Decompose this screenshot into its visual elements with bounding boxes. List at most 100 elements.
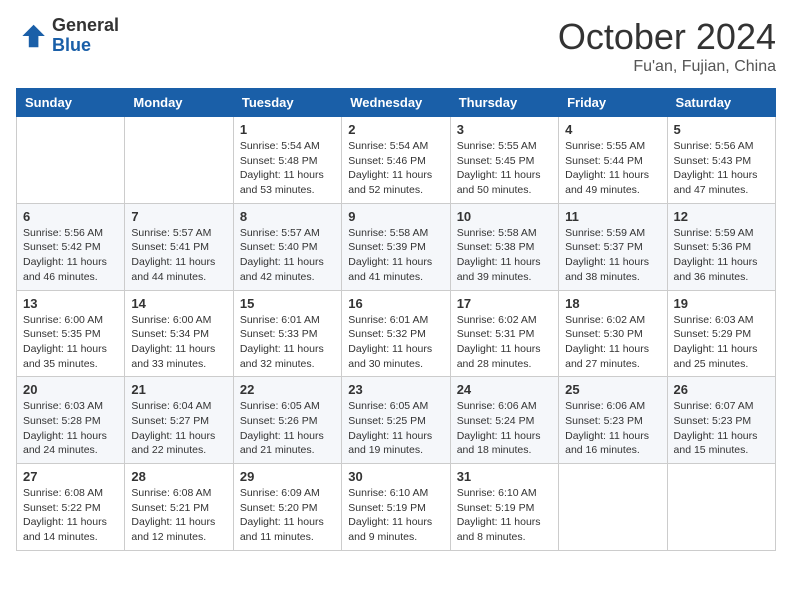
calendar-day-cell: 25 Sunrise: 6:06 AM Sunset: 5:23 PM Dayli… (559, 377, 667, 464)
calendar-day-cell: 4Sunrise: 5:55 AM Sunset: 5:44 PM Daylig… (559, 117, 667, 204)
calendar-day-cell: 17Sunrise: 6:02 AM Sunset: 5:31 PM Dayli… (450, 290, 558, 377)
day-info: Sunrise: 6:08 AM Sunset: 5:21 PM Dayligh… (131, 486, 226, 545)
calendar-day-cell: 22 Sunrise: 6:05 AM Sunset: 5:26 PM Dayli… (233, 377, 341, 464)
location: Fu'an, Fujian, China (558, 58, 776, 76)
day-info: Sunrise: 5:54 AM Sunset: 5:48 PM Dayligh… (240, 139, 335, 198)
calendar-week-row: 6 Sunrise: 5:56 AM Sunset: 5:42 PM Daylig… (17, 203, 776, 290)
calendar-day-cell: 26 Sunrise: 6:07 AM Sunset: 5:23 PM Dayli… (667, 377, 775, 464)
calendar-day-cell: 14Sunrise: 6:00 AM Sunset: 5:34 PM Dayli… (125, 290, 233, 377)
calendar-day-cell: 30Sunrise: 6:10 AM Sunset: 5:19 PM Dayli… (342, 464, 450, 551)
day-number: 11 (565, 209, 660, 224)
day-number: 15 (240, 296, 335, 311)
calendar-day-cell: 16 Sunrise: 6:01 AM Sunset: 5:32 PM Dayli… (342, 290, 450, 377)
day-number: 19 (674, 296, 769, 311)
calendar-day-cell: 18 Sunrise: 6:02 AM Sunset: 5:30 PM Dayli… (559, 290, 667, 377)
day-number: 7 (131, 209, 226, 224)
calendar-day-cell: 12Sunrise: 5:59 AM Sunset: 5:36 PM Dayli… (667, 203, 775, 290)
day-number: 27 (23, 469, 118, 484)
calendar-week-row: 13Sunrise: 6:00 AM Sunset: 5:35 PM Dayli… (17, 290, 776, 377)
day-number: 13 (23, 296, 118, 311)
day-info: Sunrise: 5:54 AM Sunset: 5:46 PM Dayligh… (348, 139, 443, 198)
title-block: October 2024 Fu'an, Fujian, China (558, 16, 776, 76)
day-info: Sunrise: 5:55 AM Sunset: 5:45 PM Dayligh… (457, 139, 552, 198)
day-info: Sunrise: 6:08 AM Sunset: 5:22 PM Dayligh… (23, 486, 118, 545)
day-number: 9 (348, 209, 443, 224)
day-number: 17 (457, 296, 552, 311)
day-number: 6 (23, 209, 118, 224)
day-number: 16 (348, 296, 443, 311)
calendar-day-cell (559, 464, 667, 551)
day-info: Sunrise: 5:58 AM Sunset: 5:38 PM Dayligh… (457, 226, 552, 285)
day-number: 4 (565, 122, 660, 137)
calendar-day-cell: 11 Sunrise: 5:59 AM Sunset: 5:37 PM Dayli… (559, 203, 667, 290)
day-number: 24 (457, 382, 552, 397)
day-number: 23 (348, 382, 443, 397)
weekday-header: Wednesday (342, 89, 450, 117)
day-number: 10 (457, 209, 552, 224)
calendar-day-cell (17, 117, 125, 204)
calendar-header-row: SundayMondayTuesdayWednesdayThursdayFrid… (17, 89, 776, 117)
calendar-day-cell: 20 Sunrise: 6:03 AM Sunset: 5:28 PM Dayli… (17, 377, 125, 464)
day-number: 5 (674, 122, 769, 137)
day-info: Sunrise: 6:03 AM Sunset: 5:29 PM Dayligh… (674, 313, 769, 372)
day-info: Sunrise: 5:57 AM Sunset: 5:40 PM Dayligh… (240, 226, 335, 285)
day-info: Sunrise: 6:00 AM Sunset: 5:34 PM Dayligh… (131, 313, 226, 372)
day-number: 20 (23, 382, 118, 397)
day-info: Sunrise: 6:07 AM Sunset: 5:23 PM Dayligh… (674, 399, 769, 458)
calendar-week-row: 27 Sunrise: 6:08 AM Sunset: 5:22 PM Dayli… (17, 464, 776, 551)
day-info: Sunrise: 5:59 AM Sunset: 5:37 PM Dayligh… (565, 226, 660, 285)
calendar-day-cell: 13Sunrise: 6:00 AM Sunset: 5:35 PM Dayli… (17, 290, 125, 377)
calendar-day-cell: 31Sunrise: 6:10 AM Sunset: 5:19 PM Dayli… (450, 464, 558, 551)
calendar-day-cell: 7 Sunrise: 5:57 AM Sunset: 5:41 PM Daylig… (125, 203, 233, 290)
day-number: 21 (131, 382, 226, 397)
logo-icon (16, 20, 48, 52)
calendar-day-cell: 6 Sunrise: 5:56 AM Sunset: 5:42 PM Daylig… (17, 203, 125, 290)
calendar-day-cell: 27 Sunrise: 6:08 AM Sunset: 5:22 PM Dayli… (17, 464, 125, 551)
weekday-header: Sunday (17, 89, 125, 117)
logo: General Blue (16, 16, 119, 56)
day-info: Sunrise: 6:03 AM Sunset: 5:28 PM Dayligh… (23, 399, 118, 458)
calendar-day-cell: 9 Sunrise: 5:58 AM Sunset: 5:39 PM Daylig… (342, 203, 450, 290)
day-number: 18 (565, 296, 660, 311)
day-number: 1 (240, 122, 335, 137)
day-info: Sunrise: 6:06 AM Sunset: 5:24 PM Dayligh… (457, 399, 552, 458)
calendar-table: SundayMondayTuesdayWednesdayThursdayFrid… (16, 88, 776, 551)
calendar-day-cell: 29Sunrise: 6:09 AM Sunset: 5:20 PM Dayli… (233, 464, 341, 551)
weekday-header: Friday (559, 89, 667, 117)
day-info: Sunrise: 6:01 AM Sunset: 5:33 PM Dayligh… (240, 313, 335, 372)
calendar-day-cell: 28Sunrise: 6:08 AM Sunset: 5:21 PM Dayli… (125, 464, 233, 551)
day-info: Sunrise: 5:56 AM Sunset: 5:43 PM Dayligh… (674, 139, 769, 198)
calendar-day-cell (125, 117, 233, 204)
calendar-day-cell: 1 Sunrise: 5:54 AM Sunset: 5:48 PM Daylig… (233, 117, 341, 204)
day-info: Sunrise: 5:58 AM Sunset: 5:39 PM Dayligh… (348, 226, 443, 285)
calendar-day-cell: 23 Sunrise: 6:05 AM Sunset: 5:25 PM Dayli… (342, 377, 450, 464)
calendar-day-cell: 21 Sunrise: 6:04 AM Sunset: 5:27 PM Dayli… (125, 377, 233, 464)
calendar-day-cell: 8 Sunrise: 5:57 AM Sunset: 5:40 PM Daylig… (233, 203, 341, 290)
day-number: 25 (565, 382, 660, 397)
logo-text: General Blue (52, 16, 119, 56)
day-number: 26 (674, 382, 769, 397)
calendar-day-cell (667, 464, 775, 551)
calendar-week-row: 1 Sunrise: 5:54 AM Sunset: 5:48 PM Daylig… (17, 117, 776, 204)
day-number: 2 (348, 122, 443, 137)
day-info: Sunrise: 6:01 AM Sunset: 5:32 PM Dayligh… (348, 313, 443, 372)
day-info: Sunrise: 6:02 AM Sunset: 5:30 PM Dayligh… (565, 313, 660, 372)
day-number: 22 (240, 382, 335, 397)
logo-blue-text: Blue (52, 36, 119, 56)
day-info: Sunrise: 5:57 AM Sunset: 5:41 PM Dayligh… (131, 226, 226, 285)
calendar-day-cell: 15 Sunrise: 6:01 AM Sunset: 5:33 PM Dayli… (233, 290, 341, 377)
day-info: Sunrise: 6:05 AM Sunset: 5:26 PM Dayligh… (240, 399, 335, 458)
calendar-day-cell: 2 Sunrise: 5:54 AM Sunset: 5:46 PM Daylig… (342, 117, 450, 204)
day-number: 3 (457, 122, 552, 137)
month-title: October 2024 (558, 16, 776, 58)
day-info: Sunrise: 5:56 AM Sunset: 5:42 PM Dayligh… (23, 226, 118, 285)
day-info: Sunrise: 6:04 AM Sunset: 5:27 PM Dayligh… (131, 399, 226, 458)
calendar-day-cell: 5 Sunrise: 5:56 AM Sunset: 5:43 PM Daylig… (667, 117, 775, 204)
day-info: Sunrise: 6:05 AM Sunset: 5:25 PM Dayligh… (348, 399, 443, 458)
day-number: 30 (348, 469, 443, 484)
weekday-header: Saturday (667, 89, 775, 117)
weekday-header: Monday (125, 89, 233, 117)
day-info: Sunrise: 6:09 AM Sunset: 5:20 PM Dayligh… (240, 486, 335, 545)
day-info: Sunrise: 6:06 AM Sunset: 5:23 PM Dayligh… (565, 399, 660, 458)
day-number: 8 (240, 209, 335, 224)
